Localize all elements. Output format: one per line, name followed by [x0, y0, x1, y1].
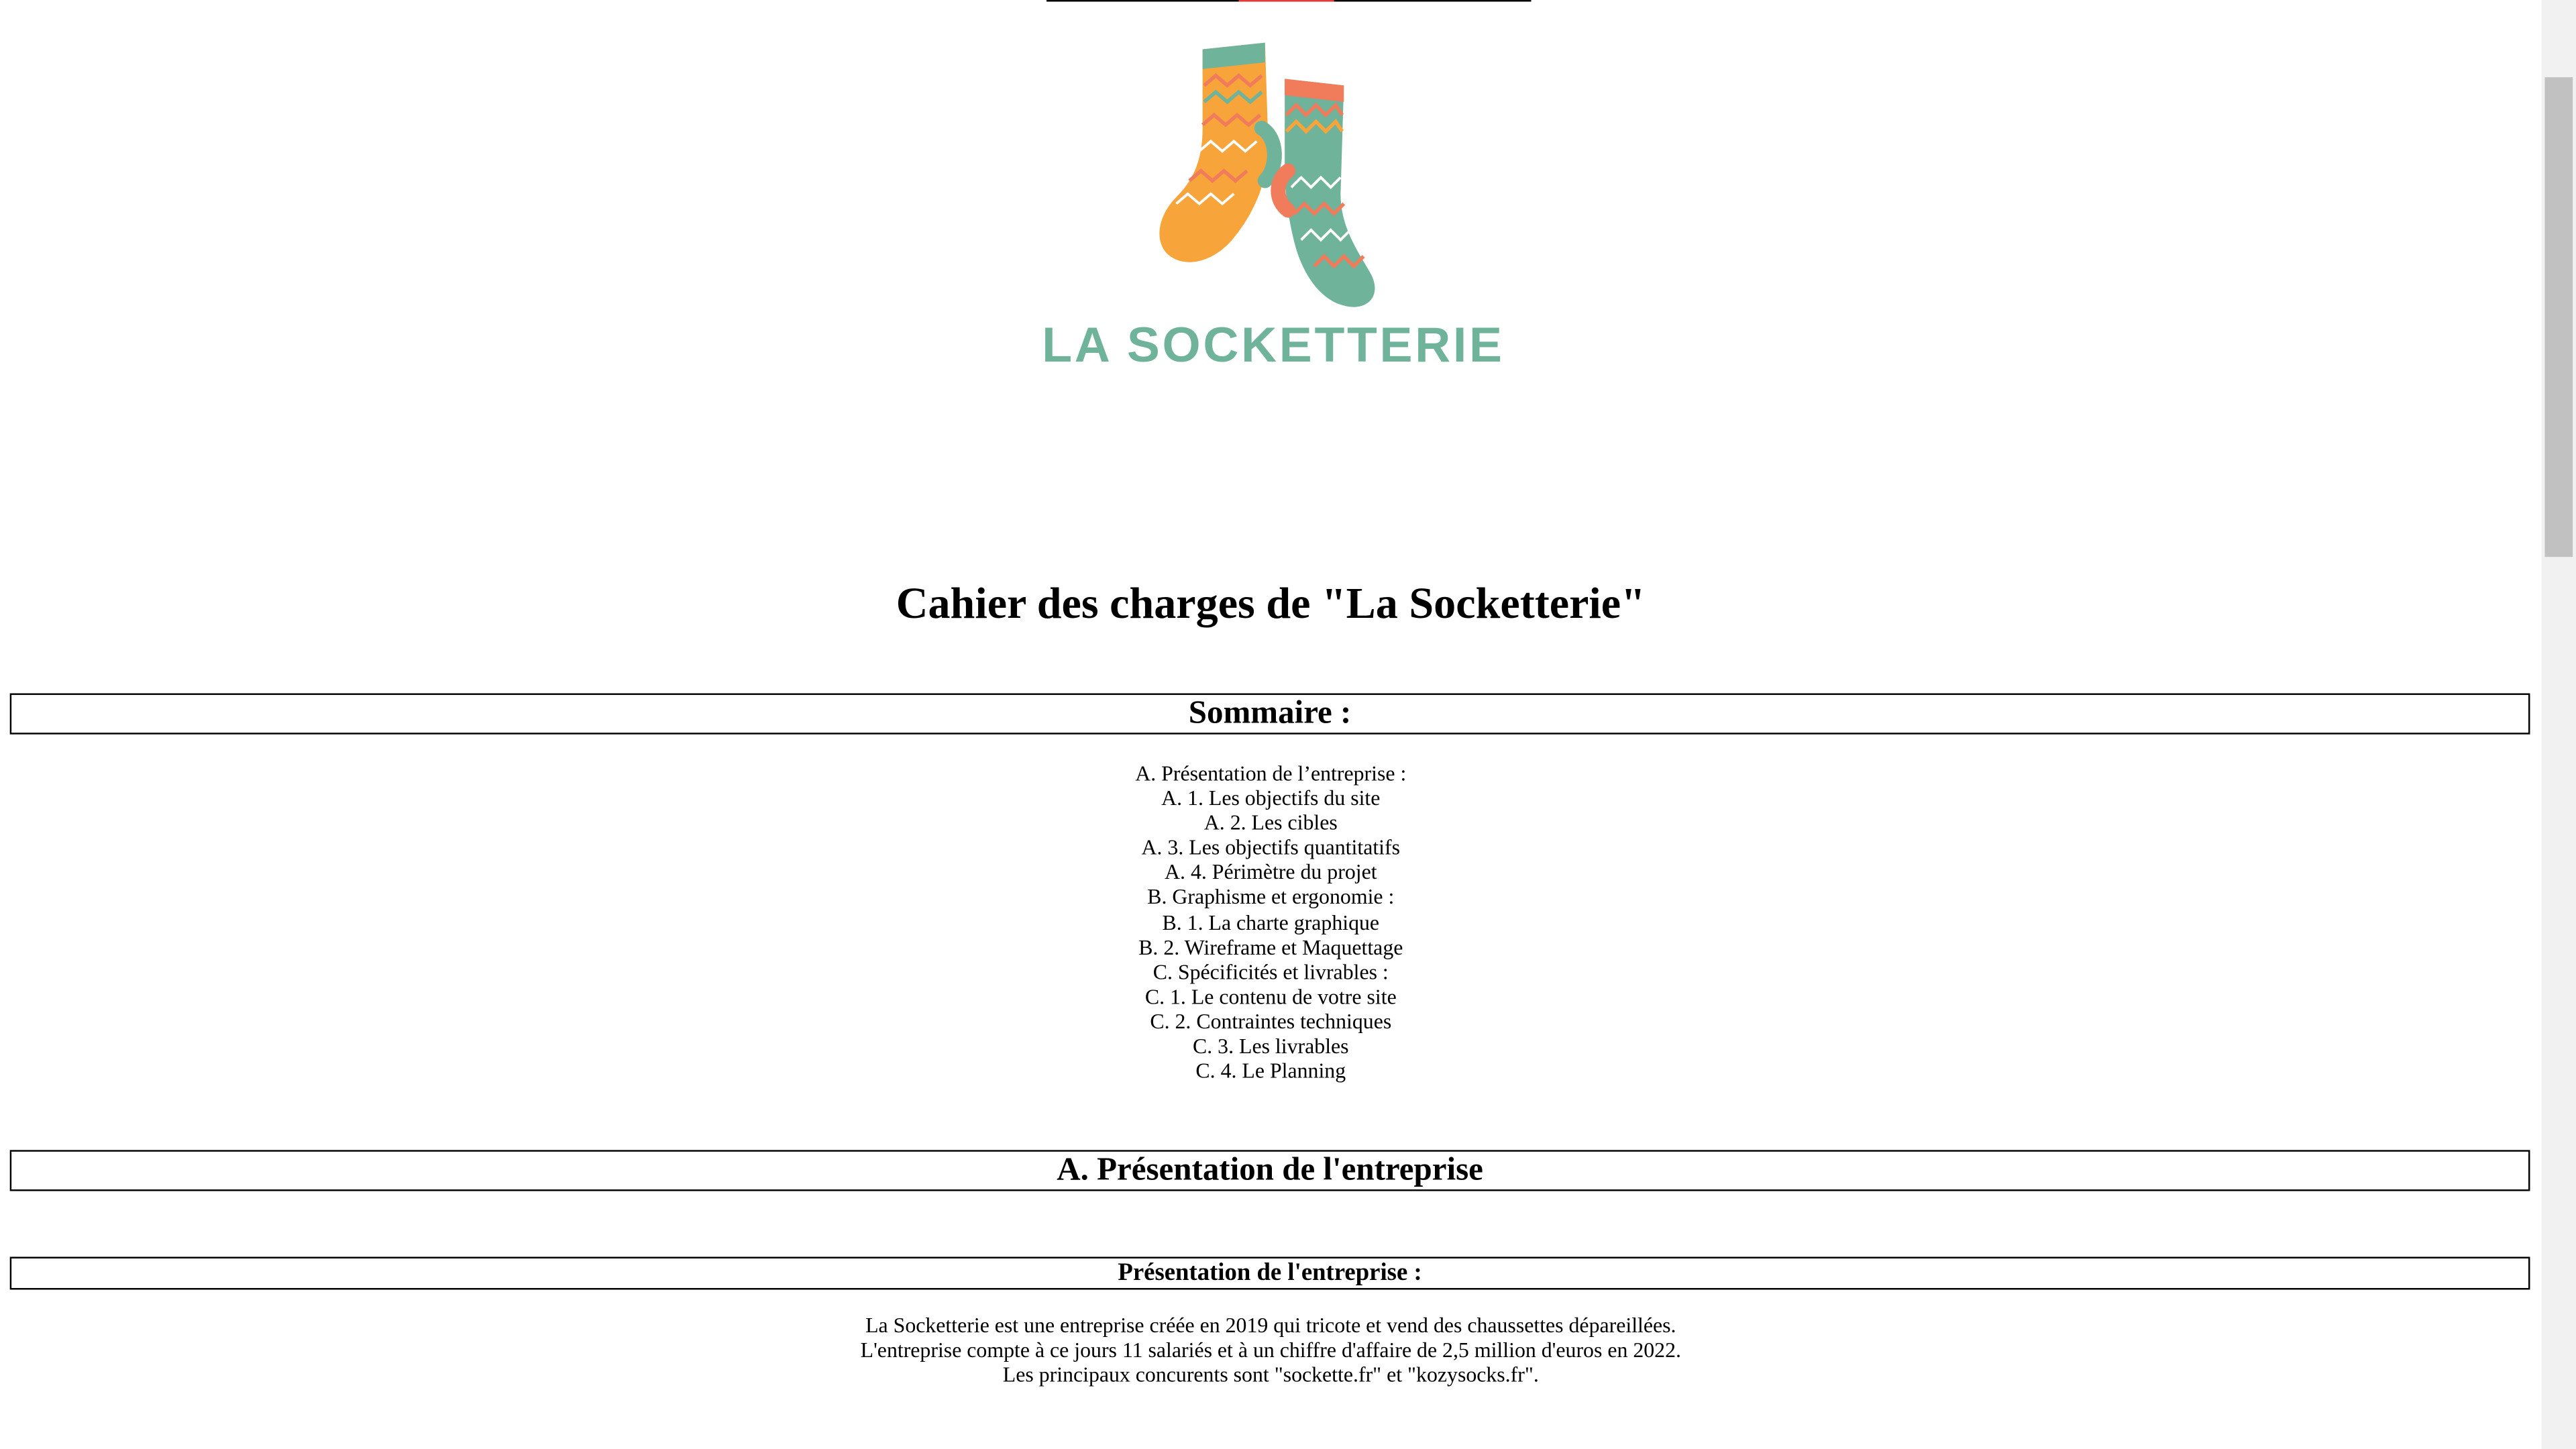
sommaire-heading: Sommaire :	[9, 693, 2530, 735]
scrollbar-thumb[interactable]	[2544, 77, 2573, 557]
scroll-up-arrow-icon[interactable]	[2542, 0, 2576, 28]
table-of-contents: A. Présentation de l’entreprise : A. 1. …	[0, 761, 2542, 1083]
toc-item-c2[interactable]: C. 2. Contraintes techniques	[0, 1009, 2542, 1034]
logo-wordmark: LA SOCKETTERIE	[1042, 317, 1504, 372]
page-title: Cahier des charges de "La Socketterie"	[896, 578, 1646, 628]
presentation-paragraph: La Socketterie est une entreprise créée …	[0, 1313, 2542, 1388]
toc-item-b1[interactable]: B. 1. La charte graphique	[0, 910, 2542, 934]
right-sock-graphic	[1271, 78, 1375, 307]
toc-item-c1[interactable]: C. 1. Le contenu de votre site	[0, 984, 2542, 1009]
toc-item-a4[interactable]: A. 4. Périmètre du projet	[0, 860, 2542, 885]
toc-item-a[interactable]: A. Présentation de l’entreprise :	[0, 761, 2542, 786]
socks-logo-icon: LA SOCKETTERIE	[1042, 42, 1504, 372]
scroll-down-arrow-icon[interactable]	[2542, 1421, 2576, 1449]
toc-item-a2[interactable]: A. 2. Les cibles	[0, 810, 2542, 835]
presentation-line-1: La Socketterie est une entreprise créée …	[865, 1312, 1676, 1338]
toc-item-c3[interactable]: C. 3. Les livrables	[0, 1033, 2542, 1058]
presentation-line-2: L'entreprise compte à ce jours 11 salari…	[860, 1337, 1681, 1362]
toc-item-c4[interactable]: C. 4. Le Planning	[0, 1058, 2542, 1083]
toc-item-b[interactable]: B. Graphisme et ergonomie :	[0, 885, 2542, 910]
presentation-subheading: Présentation de l'entreprise :	[9, 1256, 2530, 1290]
toc-item-b2[interactable]: B. 2. Wireframe et Maquettage	[0, 934, 2542, 959]
browser-viewport: LA SOCKETTERIE Cahier des charges de "La…	[0, 0, 2576, 1449]
page-content: LA SOCKETTERIE Cahier des charges de "La…	[0, 0, 2542, 1449]
top-divider-accent	[1238, 0, 1334, 2]
left-sock-graphic	[1159, 42, 1282, 262]
toc-item-a3[interactable]: A. 3. Les objectifs quantitatifs	[0, 835, 2542, 860]
section-a-heading: A. Présentation de l'entreprise	[9, 1150, 2530, 1191]
toc-item-c[interactable]: C. Spécificités et livrables :	[0, 959, 2542, 984]
toc-item-a1[interactable]: A. 1. Les objectifs du site	[0, 786, 2542, 810]
vertical-scrollbar[interactable]	[2541, 0, 2576, 1449]
presentation-line-3: Les principaux concurents sont "sockette…	[1002, 1362, 1539, 1387]
